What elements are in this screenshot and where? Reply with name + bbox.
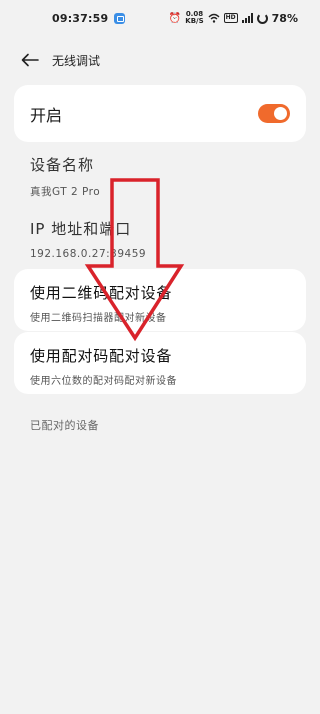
ip-address-label: IP 地址和端口 — [30, 220, 132, 238]
pair-with-pairing-code-option[interactable]: 使用配对码配对设备 使用六位数的配对码配对新设备 — [14, 332, 306, 394]
pair-code-title: 使用配对码配对设备 — [30, 347, 173, 365]
top-app-bar: 无线调试 — [0, 42, 320, 78]
pair-code-subtitle: 使用六位数的配对码配对新设备 — [30, 376, 177, 387]
signal-icon — [241, 13, 253, 23]
wireless-debugging-switch[interactable] — [258, 104, 290, 123]
device-name-value: 真我GT 2 Pro — [30, 186, 101, 198]
network-speed: 0.08 KB/S — [185, 11, 203, 25]
app-notification-icon — [114, 12, 126, 24]
device-name-section: 设备名称 真我GT 2 Pro — [30, 154, 100, 199]
wireless-debugging-toggle-row[interactable]: 开启 — [14, 85, 306, 142]
ip-address-value: 192.168.0.27:39459 — [30, 248, 147, 260]
toggle-label: 开启 — [30, 105, 63, 125]
status-bar: 09:37:59 ⏰ 0.08 KB/S HD 78% — [0, 0, 320, 36]
pair-qr-title: 使用二维码配对设备 — [30, 284, 173, 302]
wifi-icon — [208, 13, 220, 23]
back-button[interactable] — [10, 42, 50, 78]
battery-icon — [256, 12, 268, 24]
pair-qr-subtitle: 使用二维码扫描器配对新设备 — [30, 313, 167, 324]
network-speed-unit: KB/S — [185, 17, 204, 25]
page-title: 无线调试 — [52, 53, 101, 68]
pair-with-qr-code-option[interactable]: 使用二维码配对设备 使用二维码扫描器配对新设备 — [14, 269, 306, 331]
back-arrow-icon — [21, 53, 39, 67]
paired-devices-header: 已配对的设备 — [30, 419, 99, 432]
status-left: 09:37:59 — [52, 11, 126, 25]
device-name-label: 设备名称 — [30, 156, 95, 174]
status-right: ⏰ 0.08 KB/S HD 78% — [169, 11, 298, 25]
battery-level: 78% — [271, 11, 298, 25]
alarm-icon: ⏰ — [168, 12, 182, 24]
ip-address-section: IP 地址和端口 192.168.0.27:39459 — [30, 218, 146, 260]
hd-badge: HD — [223, 13, 238, 23]
status-time: 09:37:59 — [52, 11, 109, 25]
